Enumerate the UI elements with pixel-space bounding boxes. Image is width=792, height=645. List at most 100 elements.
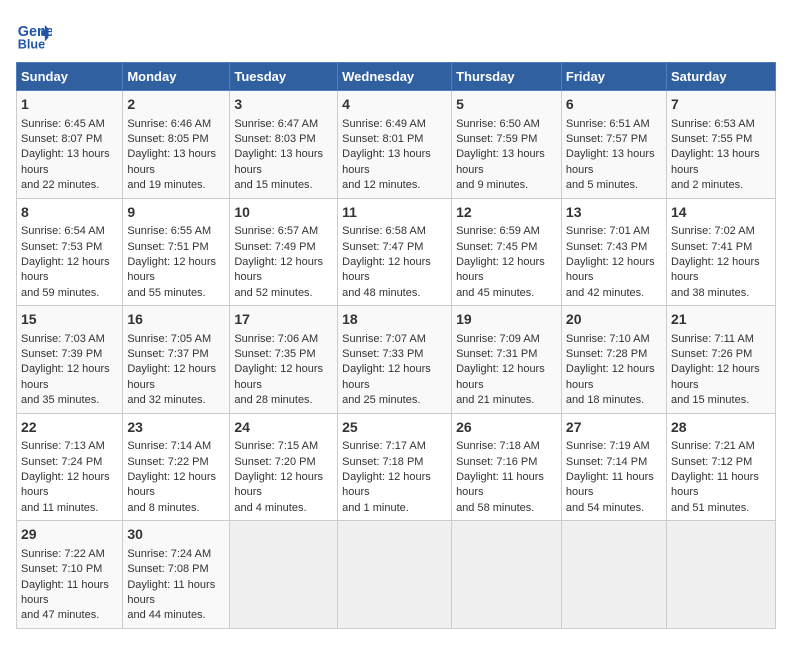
- sunset-1: Sunset: 8:07 PM: [21, 133, 102, 145]
- sunrise-27: Sunrise: 7:19 AM: [566, 440, 650, 452]
- week-row-5: 29 Sunrise: 7:22 AM Sunset: 7:10 PM Dayl…: [17, 521, 776, 629]
- sunrise-3: Sunrise: 6:47 AM: [234, 118, 318, 130]
- sunset-26: Sunset: 7:16 PM: [456, 456, 537, 468]
- daylight-label-3: Daylight: 13 hours hours: [234, 148, 323, 175]
- sunrise-24: Sunrise: 7:15 AM: [234, 440, 318, 452]
- day-number-27: 27: [566, 418, 662, 438]
- daylight-label-5: Daylight: 13 hours hours: [456, 148, 545, 175]
- svg-text:Blue: Blue: [18, 37, 45, 51]
- sunset-5: Sunset: 7:59 PM: [456, 133, 537, 145]
- sunset-21: Sunset: 7:26 PM: [671, 348, 752, 360]
- sunset-10: Sunset: 7:49 PM: [234, 241, 315, 253]
- sunset-20: Sunset: 7:28 PM: [566, 348, 647, 360]
- daylight-minutes-9: and 55 minutes.: [127, 287, 205, 299]
- header-friday: Friday: [561, 63, 666, 91]
- daylight-minutes-7: and 2 minutes.: [671, 179, 743, 191]
- sunrise-22: Sunrise: 7:13 AM: [21, 440, 105, 452]
- day-cell-25: 25 Sunrise: 7:17 AM Sunset: 7:18 PM Dayl…: [338, 413, 452, 521]
- day-number-12: 12: [456, 203, 557, 223]
- day-number-9: 9: [127, 203, 225, 223]
- sunset-29: Sunset: 7:10 PM: [21, 563, 102, 575]
- header-sunday: Sunday: [17, 63, 123, 91]
- daylight-label-30: Daylight: 11 hours hours: [127, 579, 215, 606]
- daylight-minutes-18: and 25 minutes.: [342, 394, 420, 406]
- logo: General Blue: [16, 16, 52, 52]
- header-wednesday: Wednesday: [338, 63, 452, 91]
- day-cell-8: 8 Sunrise: 6:54 AM Sunset: 7:53 PM Dayli…: [17, 198, 123, 306]
- daylight-label-12: Daylight: 12 hours hours: [456, 256, 545, 283]
- empty-cell: [230, 521, 338, 629]
- day-cell-20: 20 Sunrise: 7:10 AM Sunset: 7:28 PM Dayl…: [561, 306, 666, 414]
- sunset-6: Sunset: 7:57 PM: [566, 133, 647, 145]
- day-number-30: 30: [127, 525, 225, 545]
- sunrise-5: Sunrise: 6:50 AM: [456, 118, 540, 130]
- daylight-label-27: Daylight: 11 hours hours: [566, 471, 654, 498]
- sunrise-18: Sunrise: 7:07 AM: [342, 333, 426, 345]
- sunset-19: Sunset: 7:31 PM: [456, 348, 537, 360]
- day-cell-17: 17 Sunrise: 7:06 AM Sunset: 7:35 PM Dayl…: [230, 306, 338, 414]
- daylight-minutes-20: and 18 minutes.: [566, 394, 644, 406]
- sunset-13: Sunset: 7:43 PM: [566, 241, 647, 253]
- daylight-label-16: Daylight: 12 hours hours: [127, 363, 216, 390]
- daylight-label-6: Daylight: 13 hours hours: [566, 148, 655, 175]
- sunset-28: Sunset: 7:12 PM: [671, 456, 752, 468]
- sunset-14: Sunset: 7:41 PM: [671, 241, 752, 253]
- sunrise-13: Sunrise: 7:01 AM: [566, 225, 650, 237]
- day-cell-29: 29 Sunrise: 7:22 AM Sunset: 7:10 PM Dayl…: [17, 521, 123, 629]
- daylight-minutes-27: and 54 minutes.: [566, 502, 644, 514]
- daylight-label-21: Daylight: 12 hours hours: [671, 363, 760, 390]
- day-cell-15: 15 Sunrise: 7:03 AM Sunset: 7:39 PM Dayl…: [17, 306, 123, 414]
- daylight-minutes-5: and 9 minutes.: [456, 179, 528, 191]
- daylight-minutes-11: and 48 minutes.: [342, 287, 420, 299]
- sunrise-12: Sunrise: 6:59 AM: [456, 225, 540, 237]
- daylight-minutes-23: and 8 minutes.: [127, 502, 199, 514]
- sunset-30: Sunset: 7:08 PM: [127, 563, 208, 575]
- page-header: General Blue: [16, 16, 776, 52]
- day-number-22: 22: [21, 418, 118, 438]
- daylight-label-29: Daylight: 11 hours hours: [21, 579, 109, 606]
- sunset-2: Sunset: 8:05 PM: [127, 133, 208, 145]
- sunset-7: Sunset: 7:55 PM: [671, 133, 752, 145]
- day-number-15: 15: [21, 310, 118, 330]
- sunset-16: Sunset: 7:37 PM: [127, 348, 208, 360]
- day-cell-4: 4 Sunrise: 6:49 AM Sunset: 8:01 PM Dayli…: [338, 91, 452, 199]
- day-cell-16: 16 Sunrise: 7:05 AM Sunset: 7:37 PM Dayl…: [123, 306, 230, 414]
- sunrise-14: Sunrise: 7:02 AM: [671, 225, 755, 237]
- day-number-8: 8: [21, 203, 118, 223]
- sunrise-21: Sunrise: 7:11 AM: [671, 333, 754, 345]
- day-cell-26: 26 Sunrise: 7:18 AM Sunset: 7:16 PM Dayl…: [452, 413, 562, 521]
- sunset-22: Sunset: 7:24 PM: [21, 456, 102, 468]
- day-number-11: 11: [342, 203, 447, 223]
- day-cell-1: 1 Sunrise: 6:45 AM Sunset: 8:07 PM Dayli…: [17, 91, 123, 199]
- sunrise-17: Sunrise: 7:06 AM: [234, 333, 318, 345]
- sunrise-8: Sunrise: 6:54 AM: [21, 225, 105, 237]
- sunset-8: Sunset: 7:53 PM: [21, 241, 102, 253]
- sunset-15: Sunset: 7:39 PM: [21, 348, 102, 360]
- week-row-4: 22 Sunrise: 7:13 AM Sunset: 7:24 PM Dayl…: [17, 413, 776, 521]
- sunrise-9: Sunrise: 6:55 AM: [127, 225, 211, 237]
- daylight-label-1: Daylight: 13 hours hours: [21, 148, 110, 175]
- calendar-table: Sunday Monday Tuesday Wednesday Thursday…: [16, 62, 776, 629]
- sunset-9: Sunset: 7:51 PM: [127, 241, 208, 253]
- daylight-label-25: Daylight: 12 hours hours: [342, 471, 431, 498]
- empty-cell: [338, 521, 452, 629]
- day-number-29: 29: [21, 525, 118, 545]
- day-number-18: 18: [342, 310, 447, 330]
- daylight-minutes-1: and 22 minutes.: [21, 179, 99, 191]
- day-number-24: 24: [234, 418, 333, 438]
- sunrise-10: Sunrise: 6:57 AM: [234, 225, 318, 237]
- day-cell-28: 28 Sunrise: 7:21 AM Sunset: 7:12 PM Dayl…: [666, 413, 775, 521]
- day-number-23: 23: [127, 418, 225, 438]
- day-number-25: 25: [342, 418, 447, 438]
- daylight-label-15: Daylight: 12 hours hours: [21, 363, 110, 390]
- day-number-21: 21: [671, 310, 771, 330]
- daylight-minutes-4: and 12 minutes.: [342, 179, 420, 191]
- day-cell-23: 23 Sunrise: 7:14 AM Sunset: 7:22 PM Dayl…: [123, 413, 230, 521]
- logo-icon: General Blue: [16, 16, 52, 52]
- day-cell-27: 27 Sunrise: 7:19 AM Sunset: 7:14 PM Dayl…: [561, 413, 666, 521]
- daylight-minutes-10: and 52 minutes.: [234, 287, 312, 299]
- daylight-minutes-26: and 58 minutes.: [456, 502, 534, 514]
- daylight-label-8: Daylight: 12 hours hours: [21, 256, 110, 283]
- day-cell-2: 2 Sunrise: 6:46 AM Sunset: 8:05 PM Dayli…: [123, 91, 230, 199]
- daylight-label-10: Daylight: 12 hours hours: [234, 256, 323, 283]
